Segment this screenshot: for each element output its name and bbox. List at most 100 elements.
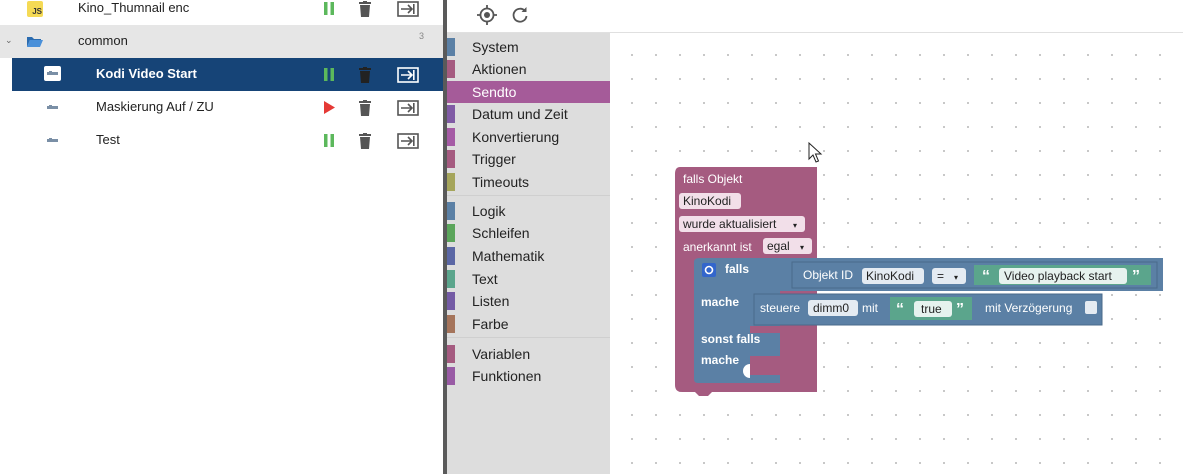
category-label: Text bbox=[472, 271, 498, 287]
category-label: Konvertierung bbox=[472, 129, 560, 145]
category-label: Listen bbox=[472, 293, 510, 309]
tree-item-test[interactable]: Test bbox=[0, 124, 443, 157]
delete-icon[interactable] bbox=[353, 58, 377, 91]
delay-checkbox[interactable] bbox=[1085, 301, 1097, 314]
compare-object-text: KinoKodi bbox=[866, 269, 914, 283]
category-farbe[interactable]: Farbe bbox=[447, 313, 610, 335]
ack-dropdown-text: egal bbox=[767, 239, 790, 253]
category-color bbox=[447, 128, 455, 146]
if-mache2-label: mache bbox=[701, 353, 739, 367]
control-target-text: dimm0 bbox=[813, 301, 849, 315]
control-mit-label: mit bbox=[862, 301, 879, 315]
category-label: Aktionen bbox=[472, 61, 527, 77]
category-color bbox=[447, 105, 455, 123]
category-label: Trigger bbox=[472, 151, 516, 167]
block-canvas: falls Objekt KinoKodi wurde aktualisiert… bbox=[675, 141, 1163, 396]
category-schleifen[interactable]: Schleifen bbox=[447, 222, 610, 244]
pause-icon[interactable] bbox=[317, 124, 341, 157]
category-label: Logik bbox=[472, 203, 506, 219]
tree-item-maskierung[interactable]: Maskierung Auf / ZU bbox=[0, 91, 443, 124]
folder-count-badge: 3 bbox=[419, 31, 425, 41]
category-label: Variablen bbox=[472, 346, 531, 362]
tree-item-kino-thumnail[interactable]: JS Kino_Thumnail enc bbox=[0, 0, 443, 25]
toolbox-separator bbox=[447, 195, 610, 196]
control-block[interactable]: steuere dimm0 mit “ true ” mit Verzögeru… bbox=[753, 293, 1103, 326]
category-konvertierung[interactable]: Konvertierung bbox=[447, 126, 610, 148]
dropdown-arrow-icon: ▾ bbox=[800, 243, 804, 252]
compare-block[interactable]: Objekt ID KinoKodi = ▾ “ Video playback … bbox=[791, 261, 1158, 289]
category-mathematik[interactable]: Mathematik bbox=[447, 245, 610, 267]
blockly-script-icon bbox=[44, 99, 61, 117]
category-timeouts[interactable]: Timeouts bbox=[447, 171, 610, 193]
delete-icon[interactable] bbox=[353, 0, 377, 25]
tree-item-label: Test bbox=[96, 132, 120, 147]
category-label: Timeouts bbox=[472, 174, 530, 190]
if-mache-label: mache bbox=[701, 295, 739, 309]
category-label: Schleifen bbox=[472, 225, 530, 241]
quote-open-icon: “ bbox=[982, 268, 990, 285]
category-color bbox=[447, 150, 455, 168]
toolbox-separator bbox=[447, 337, 610, 338]
category-system[interactable]: System bbox=[447, 36, 610, 58]
play-icon[interactable] bbox=[317, 91, 341, 124]
category-color bbox=[447, 270, 455, 288]
tree-item-label: Kino_Thumnail enc bbox=[78, 0, 190, 15]
category-color bbox=[447, 38, 455, 56]
category-color bbox=[447, 60, 455, 78]
center-target-icon[interactable] bbox=[477, 5, 497, 28]
category-color bbox=[447, 367, 455, 385]
chevron-down-icon[interactable]: ⌄ bbox=[5, 35, 13, 46]
tree-item-label: Kodi Video Start bbox=[96, 66, 197, 81]
text-field-value: Video playback start bbox=[1004, 269, 1113, 283]
delete-icon[interactable] bbox=[353, 124, 377, 157]
export-icon[interactable] bbox=[396, 91, 420, 124]
export-icon[interactable] bbox=[396, 0, 420, 25]
folder-open-icon bbox=[27, 35, 43, 50]
category-color bbox=[447, 173, 455, 191]
tree-folder-common[interactable]: ⌄ common 3 bbox=[0, 25, 443, 58]
pause-icon[interactable] bbox=[317, 0, 341, 25]
script-tree-panel: JS Kino_Thumnail enc ⌄ common 3 Kodi Vid… bbox=[0, 0, 443, 474]
category-listen[interactable]: Listen bbox=[447, 290, 610, 312]
compare-label: Objekt ID bbox=[803, 268, 853, 282]
blockly-editor: System Aktionen Sendto Datum und Zeit Ko… bbox=[447, 0, 1183, 474]
category-label: System bbox=[472, 39, 519, 55]
pause-icon[interactable] bbox=[317, 58, 341, 91]
category-color bbox=[447, 247, 455, 265]
event-dropdown-text: wurde aktualisiert bbox=[682, 217, 777, 231]
category-color bbox=[447, 202, 455, 220]
category-text[interactable]: Text bbox=[447, 268, 610, 290]
blockly-workspace[interactable]: falls Objekt KinoKodi wurde aktualisiert… bbox=[610, 33, 1183, 474]
category-label: Sendto bbox=[472, 84, 517, 100]
quote-open-icon: “ bbox=[896, 301, 904, 318]
editor-toolbar bbox=[447, 0, 1183, 33]
refresh-icon[interactable] bbox=[511, 6, 529, 27]
category-aktionen[interactable]: Aktionen bbox=[447, 58, 610, 80]
export-icon[interactable] bbox=[396, 58, 420, 91]
trigger-title: falls Objekt bbox=[683, 172, 743, 186]
object-field-text: KinoKodi bbox=[683, 194, 731, 208]
category-sendto[interactable]: Sendto bbox=[447, 81, 610, 103]
category-label: Datum und Zeit bbox=[472, 106, 568, 122]
category-color bbox=[447, 224, 455, 242]
category-color bbox=[447, 345, 455, 363]
mouse-cursor-icon bbox=[808, 141, 823, 163]
gear-icon[interactable] bbox=[702, 263, 716, 277]
quote-close-icon: ” bbox=[956, 301, 964, 318]
category-label: Farbe bbox=[472, 316, 509, 332]
dropdown-arrow-icon: ▾ bbox=[954, 273, 958, 282]
category-variablen[interactable]: Variablen bbox=[447, 343, 610, 365]
category-trigger[interactable]: Trigger bbox=[447, 148, 610, 170]
category-datum-und-zeit[interactable]: Datum und Zeit bbox=[447, 103, 610, 125]
blockly-toolbox: System Aktionen Sendto Datum und Zeit Ko… bbox=[447, 33, 610, 474]
quote-close-icon: ” bbox=[1132, 268, 1140, 285]
category-logik[interactable]: Logik bbox=[447, 200, 610, 222]
dropdown-arrow-icon: ▾ bbox=[793, 221, 797, 230]
export-icon[interactable] bbox=[396, 124, 420, 157]
delete-icon[interactable] bbox=[353, 91, 377, 124]
blockly-script-icon bbox=[44, 66, 61, 81]
js-file-icon: JS bbox=[27, 1, 43, 17]
tree-item-kodi-video-start[interactable]: Kodi Video Start bbox=[12, 58, 443, 91]
category-funktionen[interactable]: Funktionen bbox=[447, 365, 610, 387]
tree-item-label: Maskierung Auf / ZU bbox=[96, 99, 214, 114]
